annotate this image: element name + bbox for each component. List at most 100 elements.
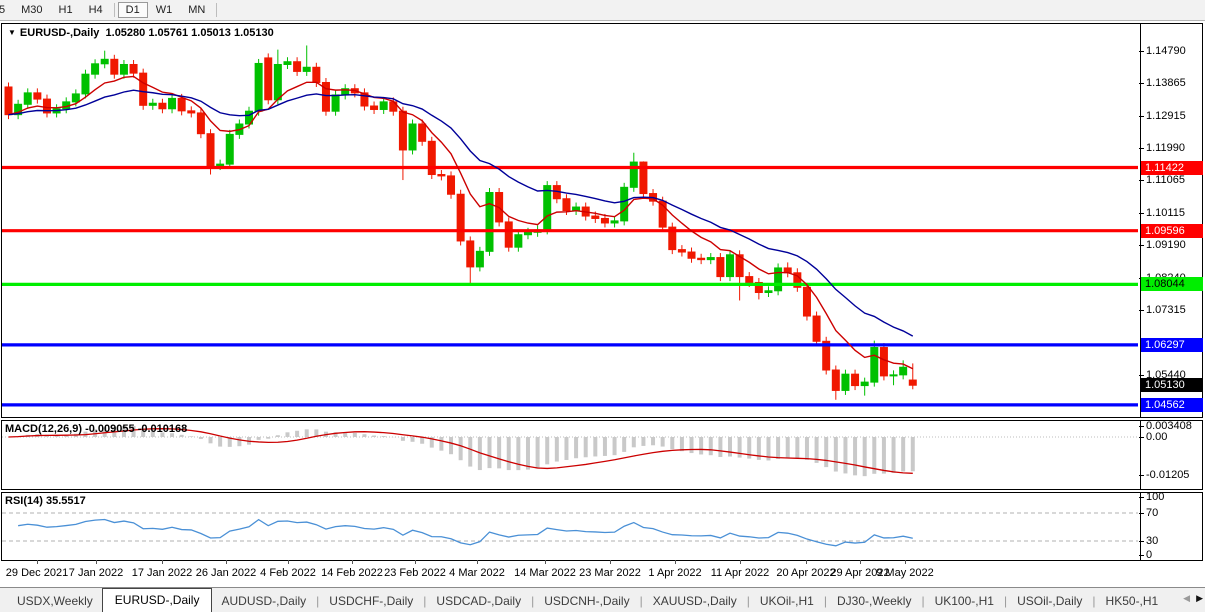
date-tick <box>545 560 546 564</box>
candle-down <box>428 141 435 174</box>
price-tick-label: 1.07315 <box>1146 304 1186 316</box>
candle-down <box>467 241 474 267</box>
candle-up <box>621 187 628 221</box>
price-chart-canvas[interactable] <box>0 0 1205 612</box>
chart-title-ohlc: 1.05280 1.05761 1.05013 1.05130 <box>106 27 274 39</box>
date-tick <box>37 560 38 564</box>
current-price-badge: 1.05130 <box>1141 378 1203 392</box>
macd-tick-label: 0.00 <box>1146 431 1167 443</box>
price-tick-label: 1.09190 <box>1146 239 1186 251</box>
date-label: 14 Mar 2022 <box>514 567 576 579</box>
candle-down <box>698 258 705 259</box>
date-label: 23 Mar 2022 <box>579 567 641 579</box>
macd-tick-label-tick <box>1139 426 1144 427</box>
macd-values: -0.009055 -0.010168 <box>85 423 187 435</box>
candle-up <box>284 62 291 65</box>
candle-up <box>861 382 868 385</box>
candle-down <box>5 87 12 115</box>
date-tick <box>162 560 163 564</box>
candle-up <box>82 74 89 94</box>
candle-down <box>130 64 137 73</box>
candle-up <box>515 235 522 247</box>
rsi-tick-label: 70 <box>1146 507 1158 519</box>
candle-down <box>313 67 320 82</box>
macd-name: MACD(12,26,9) <box>5 423 82 435</box>
date-tick <box>610 560 611 564</box>
candle-down <box>803 287 810 316</box>
candle-down <box>419 124 426 141</box>
chart-title-symbol: EURUSD-,Daily <box>20 27 99 39</box>
candle-down <box>832 370 839 390</box>
candle-down <box>909 380 916 385</box>
candle-up <box>524 232 531 234</box>
date-label: 4 Feb 2022 <box>260 567 316 579</box>
candle-up <box>890 375 897 376</box>
symbol-dropdown-icon[interactable]: ▼ <box>8 28 16 37</box>
price-tick-label-tick <box>1139 213 1144 214</box>
candle-up <box>24 93 31 104</box>
candle-up <box>169 98 176 108</box>
rsi-tick-label-tick <box>1139 541 1144 542</box>
candle-down <box>294 62 301 72</box>
candle-down <box>140 73 147 105</box>
candle-up <box>765 291 772 293</box>
candle-down <box>457 194 464 241</box>
candle-up <box>842 374 849 390</box>
date-label: 4 Mar 2022 <box>449 567 505 579</box>
price-tick-label-tick <box>1139 148 1144 149</box>
candle-down <box>592 216 599 218</box>
candle-up <box>149 103 156 105</box>
level-price-badge-1.04562: 1.04562 <box>1141 398 1203 412</box>
date-tick <box>352 560 353 564</box>
candle-up <box>775 268 782 291</box>
candle-down <box>717 258 724 277</box>
date-tick <box>477 560 478 564</box>
candle-down <box>197 113 204 134</box>
candle-down <box>746 277 753 283</box>
date-label: 23 Feb 2022 <box>384 567 446 579</box>
price-tick-label: 1.10115 <box>1146 207 1185 219</box>
candle-down <box>880 348 887 376</box>
date-label: 11 Apr 2022 <box>711 567 770 579</box>
date-tick <box>905 560 906 564</box>
candle-down <box>265 58 272 100</box>
price-tick-label-tick <box>1139 245 1144 246</box>
candle-up <box>900 367 907 375</box>
rsi-name: RSI(14) <box>5 495 43 507</box>
candle-down <box>852 374 859 385</box>
rsi-tick-label: 100 <box>1146 491 1164 503</box>
candle-up <box>380 102 387 110</box>
candle-up <box>303 67 310 71</box>
price-tick-label: 1.12915 <box>1146 110 1186 122</box>
candle-up <box>72 94 79 102</box>
macd-tick-label-tick <box>1139 475 1144 476</box>
candle-down <box>448 176 455 194</box>
rsi-tick-label-tick <box>1139 555 1144 556</box>
mt4-window: 5M30H1H4D1W1MN ▼EURUSD-,Daily 1.05280 1.… <box>0 0 1205 612</box>
candle-up <box>409 124 416 150</box>
date-tick <box>415 560 416 564</box>
candle-down <box>371 106 378 109</box>
price-tick-label-tick <box>1139 116 1144 117</box>
candle-up <box>476 251 483 267</box>
level-price-badge-1.06297: 1.06297 <box>1141 338 1203 352</box>
rsi-label: RSI(14) 35.5517 <box>5 495 86 507</box>
date-tick <box>860 560 861 564</box>
price-tick-label-tick <box>1139 83 1144 84</box>
date-label: 29 Dec 2021 <box>6 567 68 579</box>
level-price-badge-1.08044: 1.08044 <box>1141 277 1203 291</box>
price-tick-label: 1.11990 <box>1146 142 1185 154</box>
macd-label: MACD(12,26,9) -0.009055 -0.010168 <box>5 423 187 435</box>
macd-tick-label: -0.01205 <box>1146 469 1189 481</box>
date-label: 20 Apr 2022 <box>776 567 835 579</box>
candle-up <box>92 64 99 74</box>
rsi-tick-label-tick <box>1139 497 1144 498</box>
candle-up <box>727 255 734 277</box>
candle-down <box>438 175 445 176</box>
candle-down <box>678 250 685 252</box>
price-tick-label-tick <box>1139 310 1144 311</box>
candle-down <box>505 222 512 247</box>
price-tick-label-tick <box>1139 51 1144 52</box>
candle-up <box>274 64 281 99</box>
candle-up <box>101 59 108 63</box>
